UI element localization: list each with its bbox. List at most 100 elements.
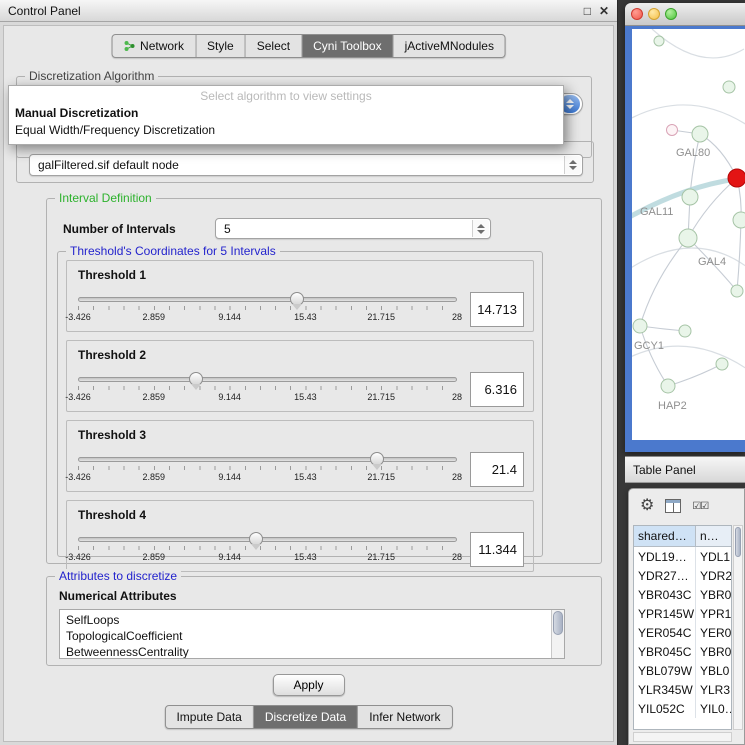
- tab-label: jActiveMNodules: [405, 39, 494, 53]
- numerical-attributes-list[interactable]: SelfLoopsTopologicalCoefficientBetweenne…: [59, 609, 565, 659]
- column-header-name[interactable]: n…: [696, 526, 731, 546]
- minimize-traffic-light-icon[interactable]: [648, 8, 660, 20]
- network-view-window: GAL80 GAL11 GAL4 GCY1 HAP2: [625, 3, 745, 452]
- network-node[interactable]: [682, 189, 698, 205]
- attribute-list-item[interactable]: BetweennessCentrality: [66, 644, 558, 659]
- tab-label: Infer Network: [369, 710, 440, 724]
- slider-thumb[interactable]: [290, 292, 304, 306]
- dropdown-option-manual[interactable]: Manual Discretization: [9, 105, 563, 122]
- table-data-select[interactable]: galFiltered.sif default node: [29, 154, 583, 176]
- attribute-list-item[interactable]: SelfLoops: [66, 612, 558, 628]
- slider-thumb[interactable]: [189, 372, 203, 386]
- tick-label: 15.43: [294, 472, 317, 482]
- tab-discretize-data[interactable]: Discretize Data: [253, 706, 357, 728]
- network-node[interactable]: [679, 229, 697, 247]
- network-node[interactable]: [723, 81, 735, 93]
- table-vertical-scrollbar[interactable]: [733, 525, 743, 730]
- close-traffic-light-icon[interactable]: [631, 8, 643, 20]
- table-row[interactable]: YLR345WYLR3…: [634, 680, 731, 699]
- tab-impute-data[interactable]: Impute Data: [165, 706, 252, 728]
- combo-stepper-icon[interactable]: [472, 220, 489, 237]
- network-window-titlebar[interactable]: [625, 3, 745, 26]
- network-node[interactable]: [661, 379, 675, 393]
- attributes-group: Attributes to discretize Numerical Attri…: [46, 576, 602, 666]
- threshold-value-field[interactable]: 6.316: [470, 372, 524, 407]
- table-cell: YER054C: [634, 623, 696, 642]
- threshold-slider[interactable]: -3.426 2.859 9.144 15.43 21.715 28: [76, 377, 459, 403]
- table-horizontal-scrollbar[interactable]: [633, 732, 732, 742]
- network-node[interactable]: [731, 285, 743, 297]
- threshold-slider[interactable]: -3.426 2.859 9.144 15.43 21.715 28: [76, 537, 459, 563]
- table-panel-titlebar[interactable]: Table Panel: [625, 456, 745, 483]
- threshold-panel-2: Threshold 2 -3.426 2.859 9.144: [66, 340, 534, 412]
- close-icon[interactable]: ✕: [599, 4, 609, 18]
- network-node-pink[interactable]: [667, 125, 678, 136]
- apply-button[interactable]: Apply: [272, 674, 344, 696]
- threshold-value-field[interactable]: 11.344: [470, 532, 524, 567]
- threshold-label: Threshold 2: [78, 348, 524, 362]
- table-row[interactable]: YDL19…YDL1…: [634, 547, 731, 566]
- table-row[interactable]: YDR27…YDR2…: [634, 566, 731, 585]
- tick-label: -3.426: [65, 552, 91, 562]
- control-panel-titlebar[interactable]: Control Panel □ ✕: [0, 0, 617, 22]
- scrollbar-thumb[interactable]: [553, 611, 563, 635]
- group-title: Interval Definition: [55, 191, 156, 205]
- threshold-value-field[interactable]: 21.4: [470, 452, 524, 487]
- table-cell: YBR043C: [634, 585, 696, 604]
- network-node[interactable]: [716, 358, 728, 370]
- tab-label: Style: [207, 39, 234, 53]
- columns-icon[interactable]: [665, 499, 681, 513]
- network-node[interactable]: [692, 126, 708, 142]
- scrollbar-thumb[interactable]: [735, 527, 741, 557]
- network-node[interactable]: [679, 325, 691, 337]
- zoom-traffic-light-icon[interactable]: [665, 8, 677, 20]
- select-columns-checkbox-icons[interactable]: ☑☑: [692, 501, 708, 512]
- tab-jactivemodules[interactable]: jActiveMNodules: [393, 35, 505, 57]
- dropdown-option-equal-width[interactable]: Equal Width/Frequency Discretization: [9, 122, 563, 139]
- node-table-body: YDL19…YDL1…YDR27…YDR2…YBR043CYBR0…YPR145…: [634, 547, 731, 718]
- network-icon: [123, 40, 135, 52]
- table-cell: YBR0…: [696, 642, 731, 661]
- num-intervals-select[interactable]: 5: [215, 218, 491, 239]
- tick-label: 21.715: [367, 392, 395, 402]
- tab-infer-network[interactable]: Infer Network: [357, 706, 451, 728]
- network-node[interactable]: [654, 36, 664, 46]
- thresholds-group: Threshold's Coordinates for 5 Intervals …: [57, 251, 543, 557]
- table-row[interactable]: YBR043CYBR0…: [634, 585, 731, 604]
- tab-style[interactable]: Style: [195, 35, 245, 57]
- network-node[interactable]: [633, 319, 647, 333]
- table-row[interactable]: YBL079WYBL0…: [634, 661, 731, 680]
- table-row[interactable]: YIL052CYIL0…: [634, 699, 731, 718]
- num-intervals-label: Number of Intervals: [63, 222, 176, 236]
- table-cell: YER0…: [696, 623, 731, 642]
- network-node-highlighted[interactable]: [728, 169, 745, 187]
- table-row[interactable]: YBR045CYBR0…: [634, 642, 731, 661]
- table-cell: YPR1…: [696, 604, 731, 623]
- attribute-list-item[interactable]: TopologicalCoefficient: [66, 628, 558, 644]
- slider-track[interactable]: [78, 297, 457, 302]
- threshold-slider[interactable]: -3.426 2.859 9.144 15.43 21.715 28: [76, 457, 459, 483]
- threshold-value-field[interactable]: 14.713: [470, 292, 524, 327]
- slider-thumb[interactable]: [370, 452, 384, 466]
- table-row[interactable]: YPR145WYPR1…: [634, 604, 731, 623]
- tab-cyni-toolbox[interactable]: Cyni Toolbox: [301, 35, 392, 57]
- tick-label: 21.715: [367, 552, 395, 562]
- slider-track[interactable]: [78, 457, 457, 462]
- table-row[interactable]: YER054CYER0…: [634, 623, 731, 642]
- tab-select[interactable]: Select: [245, 35, 301, 57]
- combo-stepper-icon[interactable]: [564, 156, 581, 174]
- slider-track[interactable]: [78, 377, 457, 382]
- tick-label: -3.426: [65, 392, 91, 402]
- threshold-slider[interactable]: -3.426 2.859 9.144 15.43 21.715 28: [76, 297, 459, 323]
- tab-network[interactable]: Network: [112, 35, 195, 57]
- network-canvas[interactable]: GAL80 GAL11 GAL4 GCY1 HAP2: [632, 29, 745, 440]
- slider-track[interactable]: [78, 537, 457, 542]
- threshold-label: Threshold 3: [78, 428, 524, 442]
- network-node[interactable]: [733, 212, 745, 228]
- column-header-shared-name[interactable]: shared…: [634, 526, 696, 546]
- float-window-icon[interactable]: □: [584, 4, 591, 18]
- gear-icon[interactable]: ⚙: [640, 498, 654, 514]
- table-cell: YDR27…: [634, 566, 696, 585]
- slider-thumb[interactable]: [249, 532, 263, 546]
- list-scrollbar[interactable]: [551, 610, 564, 658]
